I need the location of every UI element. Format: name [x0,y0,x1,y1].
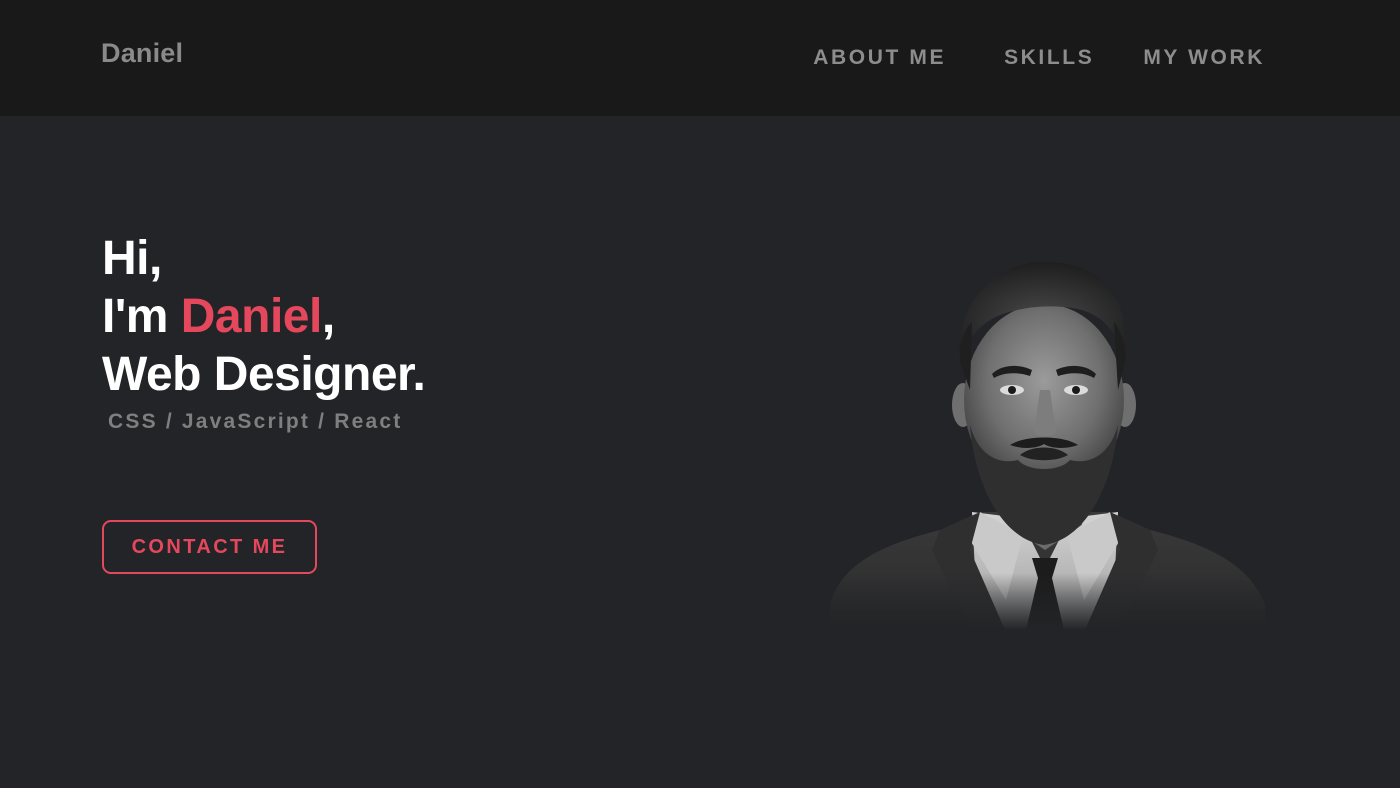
main-nav: ABOUT ME SKILLS MY WORK [813,46,1265,70]
hero-intro: I'm Daniel, [102,288,425,346]
nav-link-about-me[interactable]: ABOUT ME [813,46,946,70]
page: Daniel ABOUT ME SKILLS MY WORK Hi, I'm D… [0,0,1400,788]
hero-greeting: Hi, [102,232,162,285]
hero-skills: CSS / JavaScript / React [108,410,403,433]
portrait-photo [820,250,1270,630]
navbar: Daniel ABOUT ME SKILLS MY WORK [0,0,1400,116]
hero-heading: Hi, I'm Daniel, Web Designer. CSS / Java… [102,230,426,434]
brand-logo[interactable]: Daniel [101,38,183,69]
contact-me-button[interactable]: CONTACT ME [102,520,317,574]
hero-role: Web Designer. [102,348,426,401]
nav-link-my-work[interactable]: MY WORK [1143,46,1265,70]
nav-link-skills[interactable]: SKILLS [1004,46,1094,70]
hero-name: Daniel [180,290,323,343]
hero-intro-suffix: , [321,290,335,343]
hero-intro-prefix: I'm [102,290,181,343]
